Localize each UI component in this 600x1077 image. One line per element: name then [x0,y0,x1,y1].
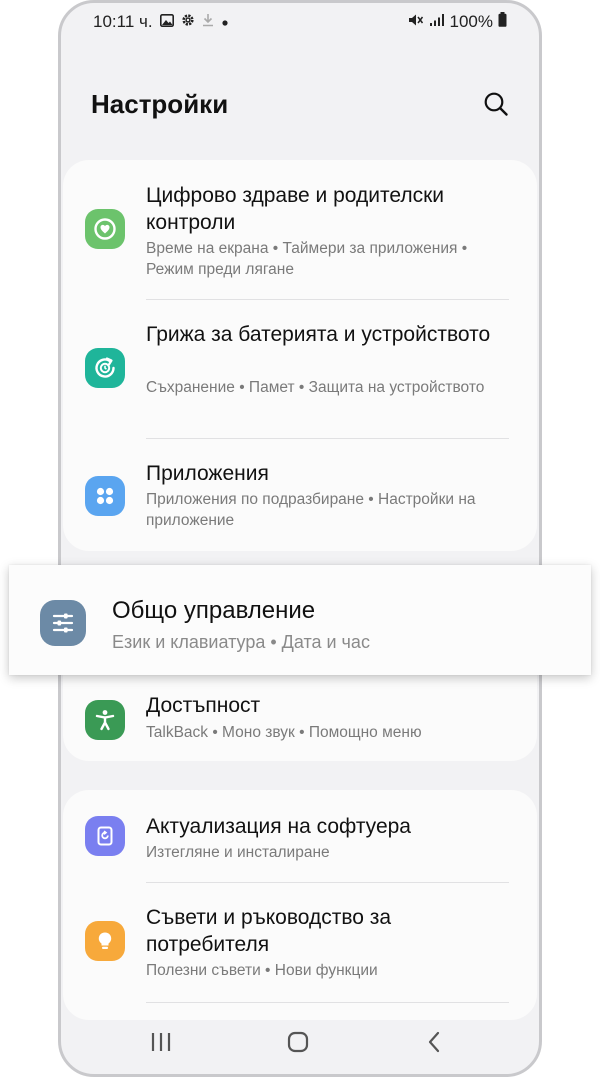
search-button[interactable] [479,87,513,121]
settings-item-device-care[interactable]: Грижа за батерията и устройството Съхран… [63,300,537,439]
settings-item-tips[interactable]: Съвети и ръководство за потребителя Поле… [63,883,537,1003]
settings-group-3: Актуализация на софтуера Изтегляне и инс… [63,790,537,1020]
accessibility-icon [85,700,125,740]
settings-item-title: Достъпност [146,694,261,717]
battery-icon [498,12,507,32]
recents-button[interactable] [143,1024,179,1060]
general-management-icon [40,600,86,646]
settings-item-apps[interactable]: Приложения Приложения по подразбиране • … [63,439,537,551]
settings-item-subtitle: Изтегляне и инсталиране [146,844,330,861]
settings-item-software-update[interactable]: Актуализация на софтуера Изтегляне и инс… [63,790,537,883]
settings-group-1: Цифрово здраве и родителски контроли Вре… [63,160,537,551]
home-icon [287,1031,309,1053]
status-bar: 10:11 ч. 100% [61,9,539,35]
settings-item-title: Общо управление [112,597,316,624]
search-icon [484,92,508,116]
status-time: 10:11 ч. [93,12,153,31]
settings-item-subtitle: Съхранение • Памет • Защита на устройств… [146,379,485,396]
download-icon [202,12,214,32]
settings-item-subtitle: Време на екрана • Таймери за приложения … [146,240,468,278]
settings-item-subtitle: Приложения по подразбиране • Настройки н… [146,491,476,529]
page-title: Настройки [91,89,229,119]
battery-percent: 100% [449,12,493,31]
mute-icon [408,12,424,32]
settings-item-digital-wellbeing[interactable]: Цифрово здраве и родителски контроли Вре… [63,160,537,300]
signal-icon [429,12,445,32]
settings-item-title: Цифрово здраве и родителски контроли [146,184,445,234]
gear-icon [181,12,195,32]
settings-item-title: Актуализация на софтуера [146,815,411,838]
settings-item-accessibility[interactable]: Достъпност TalkBack • Моно звук • Помощн… [63,680,537,761]
recents-icon [151,1033,171,1051]
phone-frame: 10:11 ч. 100% Настройки Цифрово здраве и… [58,0,542,1077]
tips-icon [85,921,125,961]
apps-icon [85,476,125,516]
settings-item-title: Приложения [146,462,269,485]
dot-icon [221,12,229,32]
back-button[interactable] [417,1024,453,1060]
navigation-bar [61,1012,539,1074]
back-icon [428,1031,440,1053]
settings-item-title: Съвети и ръководство за потребителя [146,906,392,956]
digital-wellbeing-icon [85,209,125,249]
settings-item-subtitle: Език и клавиатура • Дата и час [112,632,370,652]
device-care-icon [85,348,125,388]
settings-item-subtitle: Полезни съвети • Нови функции [146,962,378,979]
software-update-icon [85,816,125,856]
settings-item-title: Грижа за батерията и устройството [146,323,491,346]
image-icon [159,12,174,32]
settings-item-subtitle: TalkBack • Моно звук • Помощно меню [146,724,422,741]
divider [146,1002,509,1003]
settings-item-general-management[interactable]: Общо управление Език и клавиатура • Дата… [9,565,591,675]
home-button[interactable] [280,1024,316,1060]
